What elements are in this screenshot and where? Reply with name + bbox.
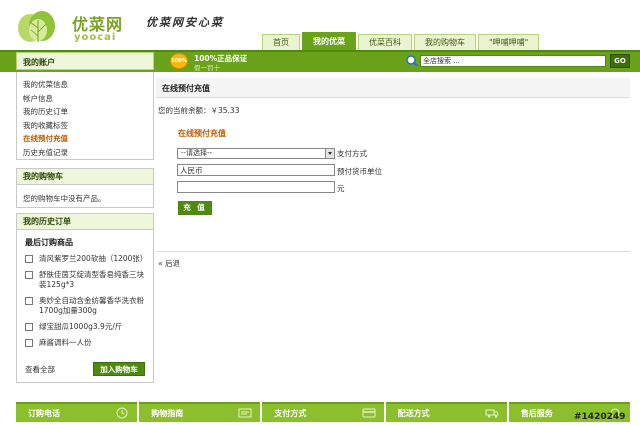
sidebar-item-account-info[interactable]: 帐户信息 bbox=[23, 92, 153, 106]
page-title: 在线预付充值 bbox=[162, 84, 210, 93]
history-panel: 我的历史订单 最后订购商品 清风紫罗兰200软抽（1200张） 舒肤佳茵艾绽清型… bbox=[16, 213, 154, 383]
account-header: 我的账户 bbox=[16, 52, 154, 70]
product-name: 清风紫罗兰200软抽（1200张） bbox=[39, 254, 148, 263]
chevron-down-icon[interactable] bbox=[325, 149, 334, 158]
sidebar-item-favorites[interactable]: 我的收藏标签 bbox=[23, 119, 153, 133]
product-checkbox[interactable] bbox=[25, 271, 33, 279]
currency-label: 预付货币单位 bbox=[337, 167, 382, 176]
card-icon bbox=[362, 408, 376, 418]
view-all-link[interactable]: 查看全部 bbox=[25, 364, 55, 375]
product-name: 奥妙全自动含金纺馨香华洗衣粉1700g加量300g bbox=[39, 296, 144, 315]
footer-label: 购物指南 bbox=[151, 409, 184, 418]
payment-method-select[interactable]: --请选择-- bbox=[177, 148, 335, 159]
currency-field[interactable] bbox=[177, 164, 335, 176]
logo-subtext: yoocai bbox=[74, 32, 117, 43]
product-name: 舒肤佳茵艾绽清型香皂纯香三块装125g*3 bbox=[39, 270, 144, 289]
search-icon bbox=[406, 55, 419, 67]
cart-title: 我的购物车 bbox=[17, 169, 153, 185]
site-logo[interactable]: 优菜网 yoocai bbox=[16, 8, 142, 46]
payment-method-value: --请选择-- bbox=[181, 149, 213, 157]
current-balance: 您的当前余额：￥35.33 bbox=[158, 106, 240, 115]
history-title: 我的历史订单 bbox=[17, 214, 153, 230]
cart-panel: 我的购物车 您的购物车中没有产品。 bbox=[16, 168, 154, 208]
slogan: 优菜网安心菜 bbox=[146, 16, 224, 29]
topup-submit-button[interactable]: 充 值 bbox=[178, 201, 212, 215]
divider bbox=[156, 251, 630, 252]
tab-xiabu[interactable]: "呷哺呷哺" bbox=[478, 34, 540, 50]
guide-icon bbox=[238, 408, 252, 418]
footer-item-delivery[interactable]: 配送方式 bbox=[385, 402, 507, 422]
product-name: 麻酱调料一人份 bbox=[39, 338, 92, 347]
sidebar-item-profile[interactable]: 我的优菜信息 bbox=[23, 78, 153, 92]
footer-label: 订购电话 bbox=[28, 409, 60, 418]
search-input[interactable] bbox=[420, 55, 606, 67]
account-panel: 我的优菜信息 帐户信息 我的历史订单 我的收藏标签 在线预付充值 历史充值记录 bbox=[16, 72, 154, 160]
account-title: 我的账户 bbox=[23, 58, 55, 67]
product-checkbox[interactable] bbox=[25, 255, 33, 263]
footer-label: 支付方式 bbox=[274, 409, 307, 418]
tab-encyclopedia[interactable]: 优菜百科 bbox=[358, 34, 412, 50]
last-ordered-title: 最后订购商品 bbox=[25, 238, 73, 247]
list-item: 麻酱调料一人份 bbox=[17, 338, 153, 348]
back-link[interactable]: « 后退 bbox=[158, 258, 180, 269]
list-item: 清风紫罗兰200软抽（1200张） bbox=[17, 254, 153, 264]
product-checkbox[interactable] bbox=[25, 339, 33, 347]
form-title: 在线预付充值 bbox=[178, 129, 226, 138]
footer-item-phone[interactable]: 订购电话 bbox=[16, 402, 138, 422]
product-name: 绿宝甜瓜1000g3.9元/斤 bbox=[39, 322, 123, 331]
tab-home[interactable]: 首页 bbox=[262, 34, 300, 50]
clock-icon bbox=[116, 407, 128, 419]
guarantee-subtext: 假一罚十 bbox=[194, 64, 220, 72]
guarantee-badge-icon: 100% bbox=[170, 53, 188, 69]
footer-label: 配送方式 bbox=[397, 409, 430, 418]
main-header: 在线预付充值 bbox=[156, 78, 630, 98]
add-to-cart-button[interactable]: 加入购物车 bbox=[93, 362, 145, 376]
list-item: 舒肤佳茵艾绽清型香皂纯香三块装125g*3 bbox=[17, 270, 153, 290]
image-watermark: #1420249 bbox=[574, 412, 626, 422]
payment-method-label: 支付方式 bbox=[337, 149, 367, 158]
sidebar-item-order-history[interactable]: 我的历史订单 bbox=[23, 105, 153, 119]
search-go-button[interactable]: GO bbox=[610, 54, 630, 68]
list-item: 绿宝甜瓜1000g3.9元/斤 bbox=[17, 322, 153, 332]
list-item: 奥妙全自动含金纺馨香华洗衣粉1700g加量300g bbox=[17, 296, 153, 316]
main-content: 在线预付充值 您的当前余额：￥35.33 在线预付充值 --请选择-- 支付方式… bbox=[156, 78, 630, 388]
footer-label: 售后服务 bbox=[520, 409, 553, 418]
footer-item-guide[interactable]: 购物指南 bbox=[139, 402, 261, 422]
truck-icon bbox=[485, 409, 499, 418]
main-nav: 首页 我的优菜 优菜百科 我的购物车 "呷哺呷哺" bbox=[262, 32, 541, 50]
cart-empty-message: 您的购物车中没有产品。 bbox=[23, 194, 106, 203]
cabbage-icon bbox=[18, 11, 55, 42]
product-checkbox[interactable] bbox=[25, 297, 33, 305]
footer-bar: 订购电话 购物指南 支付方式 配送方式 售后服务 bbox=[16, 402, 631, 422]
tab-my-cart[interactable]: 我的购物车 bbox=[414, 34, 476, 50]
product-checkbox[interactable] bbox=[25, 323, 33, 331]
site-header: 优菜网 yoocai 优菜网安心菜 首页 我的优菜 优菜百科 我的购物车 "呷哺… bbox=[0, 0, 640, 50]
sidebar-item-topup-history[interactable]: 历史充值记录 bbox=[23, 146, 153, 160]
tab-my-yoocai[interactable]: 我的优菜 bbox=[302, 32, 356, 50]
amount-field[interactable] bbox=[177, 181, 335, 193]
footer-item-payment[interactable]: 支付方式 bbox=[262, 402, 384, 422]
sidebar-item-prepaid-topup[interactable]: 在线预付充值 bbox=[23, 132, 153, 146]
account-menu: 我的优菜信息 帐户信息 我的历史订单 我的收藏标签 在线预付充值 历史充值记录 bbox=[17, 72, 153, 159]
amount-unit: 元 bbox=[337, 184, 345, 193]
